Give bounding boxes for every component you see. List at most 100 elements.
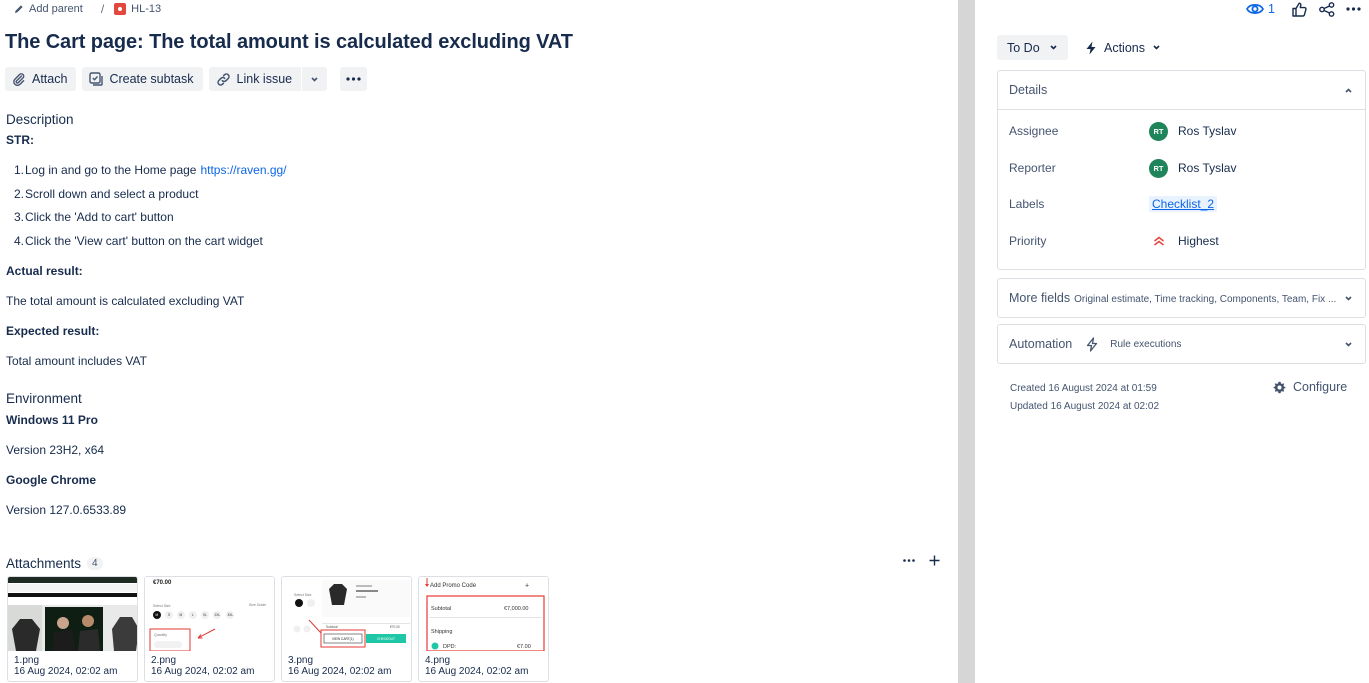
lightning-icon <box>1085 41 1097 55</box>
thumb4-shipping: Shipping <box>431 629 452 635</box>
automation-title: Automation <box>1009 337 1073 351</box>
details-title: Details <box>1009 83 1048 97</box>
attachment-card[interactable]: €70.00 Select Size Size Guide M S M L XL… <box>144 576 275 682</box>
raven-link[interactable]: https://raven.gg/ <box>200 163 286 187</box>
thumb4-subtotal: Subtotal <box>431 606 451 612</box>
create-subtask-button[interactable]: Create subtask <box>82 67 203 91</box>
step-text: Click the 'View cart' button on the cart… <box>25 233 263 248</box>
status-label: To Do <box>1007 40 1040 55</box>
attachment-caption: 2.png 16 Aug 2024, 02:02 am <box>151 655 254 677</box>
bug-icon <box>114 3 127 15</box>
thumb3-subtotal: Subtotal <box>326 625 338 629</box>
step-number: 2. <box>14 186 25 201</box>
label-chip[interactable]: Checklist_2 <box>1149 196 1218 212</box>
thumb2-size-guide: Size Guide <box>249 603 266 607</box>
more-actions-button[interactable] <box>340 67 368 91</box>
add-parent-link[interactable]: Add parent <box>14 3 83 15</box>
link-issue-button[interactable]: Link issue <box>208 67 302 91</box>
attachment-card[interactable]: Add Promo Code + Subtotal €7,000.00 Ship… <box>418 576 549 682</box>
browser-name: Google Chrome <box>6 473 97 487</box>
issue-dates: Created 16 August 2024 at 01:59 Updated … <box>1010 380 1159 416</box>
panel-scrollbar[interactable] <box>958 0 975 683</box>
thumb2-price: €70.00 <box>153 580 172 586</box>
share-icon[interactable] <box>1319 1 1335 17</box>
list-item: 4. Click the 'View cart' button on the c… <box>14 234 287 258</box>
attachment-thumbnail-image: Add Promo Code + Subtotal €7,000.00 Ship… <box>419 577 548 651</box>
more-horizontal-icon[interactable] <box>903 559 915 562</box>
attach-button[interactable]: Attach <box>5 67 77 91</box>
size-option: M <box>156 613 159 617</box>
thumb4-dpd-value: €7.00 <box>517 644 531 650</box>
attachment-date: 16 Aug 2024, 02:02 am <box>288 666 392 677</box>
configure-label: Configure <box>1293 380 1348 394</box>
issue-key: HL-13 <box>131 3 162 15</box>
watchers-count: 1 <box>1268 2 1275 16</box>
issue-title[interactable]: The Cart page: The total amount is calcu… <box>5 31 573 54</box>
lightning-icon <box>1086 336 1098 352</box>
expected-result-label: Expected result: <box>6 324 100 338</box>
field-label: Labels <box>1009 197 1045 211</box>
status-dropdown[interactable]: To Do <box>997 35 1068 60</box>
thumb4-dpd: DPD: <box>443 644 457 650</box>
attachments-count-badge: 4 <box>87 557 103 570</box>
actions-dropdown[interactable]: Actions <box>1085 35 1161 60</box>
add-parent-label: Add parent <box>29 3 83 15</box>
thumb2-quantity: Quantity <box>154 633 167 637</box>
size-option: 2XL <box>215 613 221 617</box>
thumb3-checkout: CHECKOUT <box>377 637 395 641</box>
thumbs-up-icon[interactable] <box>1292 2 1307 17</box>
link-issue-label: Link issue <box>236 72 293 86</box>
svg-text:+: + <box>525 583 529 590</box>
field-label: Priority <box>1009 234 1047 248</box>
priority-name: Highest <box>1178 234 1219 248</box>
more-fields-panel[interactable]: More fields Original estimate, Time trac… <box>997 278 1366 318</box>
attachment-name: 4.png <box>425 655 451 666</box>
chevron-down-icon <box>1152 43 1161 52</box>
actual-result-label: Actual result: <box>6 264 83 278</box>
attachment-card[interactable]: Select Size Subtotal €70.00 VIEW CART(1)… <box>281 576 412 682</box>
thumb4-subtotal-value: €7,000.00 <box>504 606 528 612</box>
attachments-title: Attachments <box>6 556 82 571</box>
thumb3-subtotal-value: €70.00 <box>390 625 400 629</box>
issue-key-link[interactable]: HL-13 <box>114 3 161 15</box>
attachment-card[interactable]: 1.png 16 Aug 2024, 02:02 am <box>7 576 138 682</box>
assignee-value[interactable]: RT Ros Tyslav <box>1149 121 1236 141</box>
size-option: M <box>180 613 183 617</box>
attachment-date: 16 Aug 2024, 02:02 am <box>425 666 529 677</box>
chevron-up-icon <box>1344 86 1353 95</box>
attachment-name: 1.png <box>14 655 40 666</box>
issue-main-panel: Add parent / HL-13 The Cart page: The to… <box>0 0 958 683</box>
more-fields-title: More fields <box>1009 291 1071 305</box>
avatar: RT <box>1149 121 1168 141</box>
automation-panel[interactable]: Automation Rule executions <box>997 324 1366 364</box>
attachment-caption: 1.png 16 Aug 2024, 02:02 am <box>14 655 117 677</box>
link-issue-dropdown[interactable] <box>302 67 328 91</box>
attach-label: Attach <box>32 72 68 86</box>
updated-date: Updated 16 August 2024 at 02:02 <box>1010 401 1160 412</box>
more-horizontal-icon[interactable] <box>1346 7 1361 11</box>
field-label: Reporter <box>1009 161 1056 175</box>
gear-icon <box>1273 381 1286 394</box>
issue-side-panel: 1 To Do Actions Details Assignee RT Ros … <box>976 0 1369 683</box>
reporter-value[interactable]: RT Ros Tyslav <box>1149 158 1236 178</box>
link-icon <box>216 72 231 87</box>
attachment-thumbnail-image: €70.00 Select Size Size Guide M S M L XL… <box>145 577 274 651</box>
configure-button[interactable]: Configure <box>1273 380 1347 394</box>
pencil-icon <box>14 4 24 14</box>
str-label: STR: <box>6 133 34 147</box>
details-header[interactable]: Details <box>998 71 1365 110</box>
os-name: Windows 11 Pro <box>6 413 98 427</box>
expected-result-text: Total amount includes VAT <box>6 354 147 368</box>
step-text: Scroll down and select a product <box>25 186 199 201</box>
watch-button[interactable]: 1 <box>1246 2 1275 16</box>
step-number: 3. <box>14 210 25 224</box>
field-label: Assignee <box>1009 124 1059 138</box>
size-option: S <box>168 613 170 617</box>
steps-list: 1. Log in and go to the Home page https:… <box>14 163 287 257</box>
field-reporter: Reporter RT Ros Tyslav <box>1009 158 1349 178</box>
issue-toolbar: Attach Create subtask Link issue <box>5 67 368 91</box>
attachment-caption: 4.png 16 Aug 2024, 02:02 am <box>425 655 528 677</box>
priority-value[interactable]: Highest <box>1149 234 1219 248</box>
add-icon[interactable] <box>929 555 940 566</box>
labels-value[interactable]: Checklist_2 <box>1149 196 1218 212</box>
